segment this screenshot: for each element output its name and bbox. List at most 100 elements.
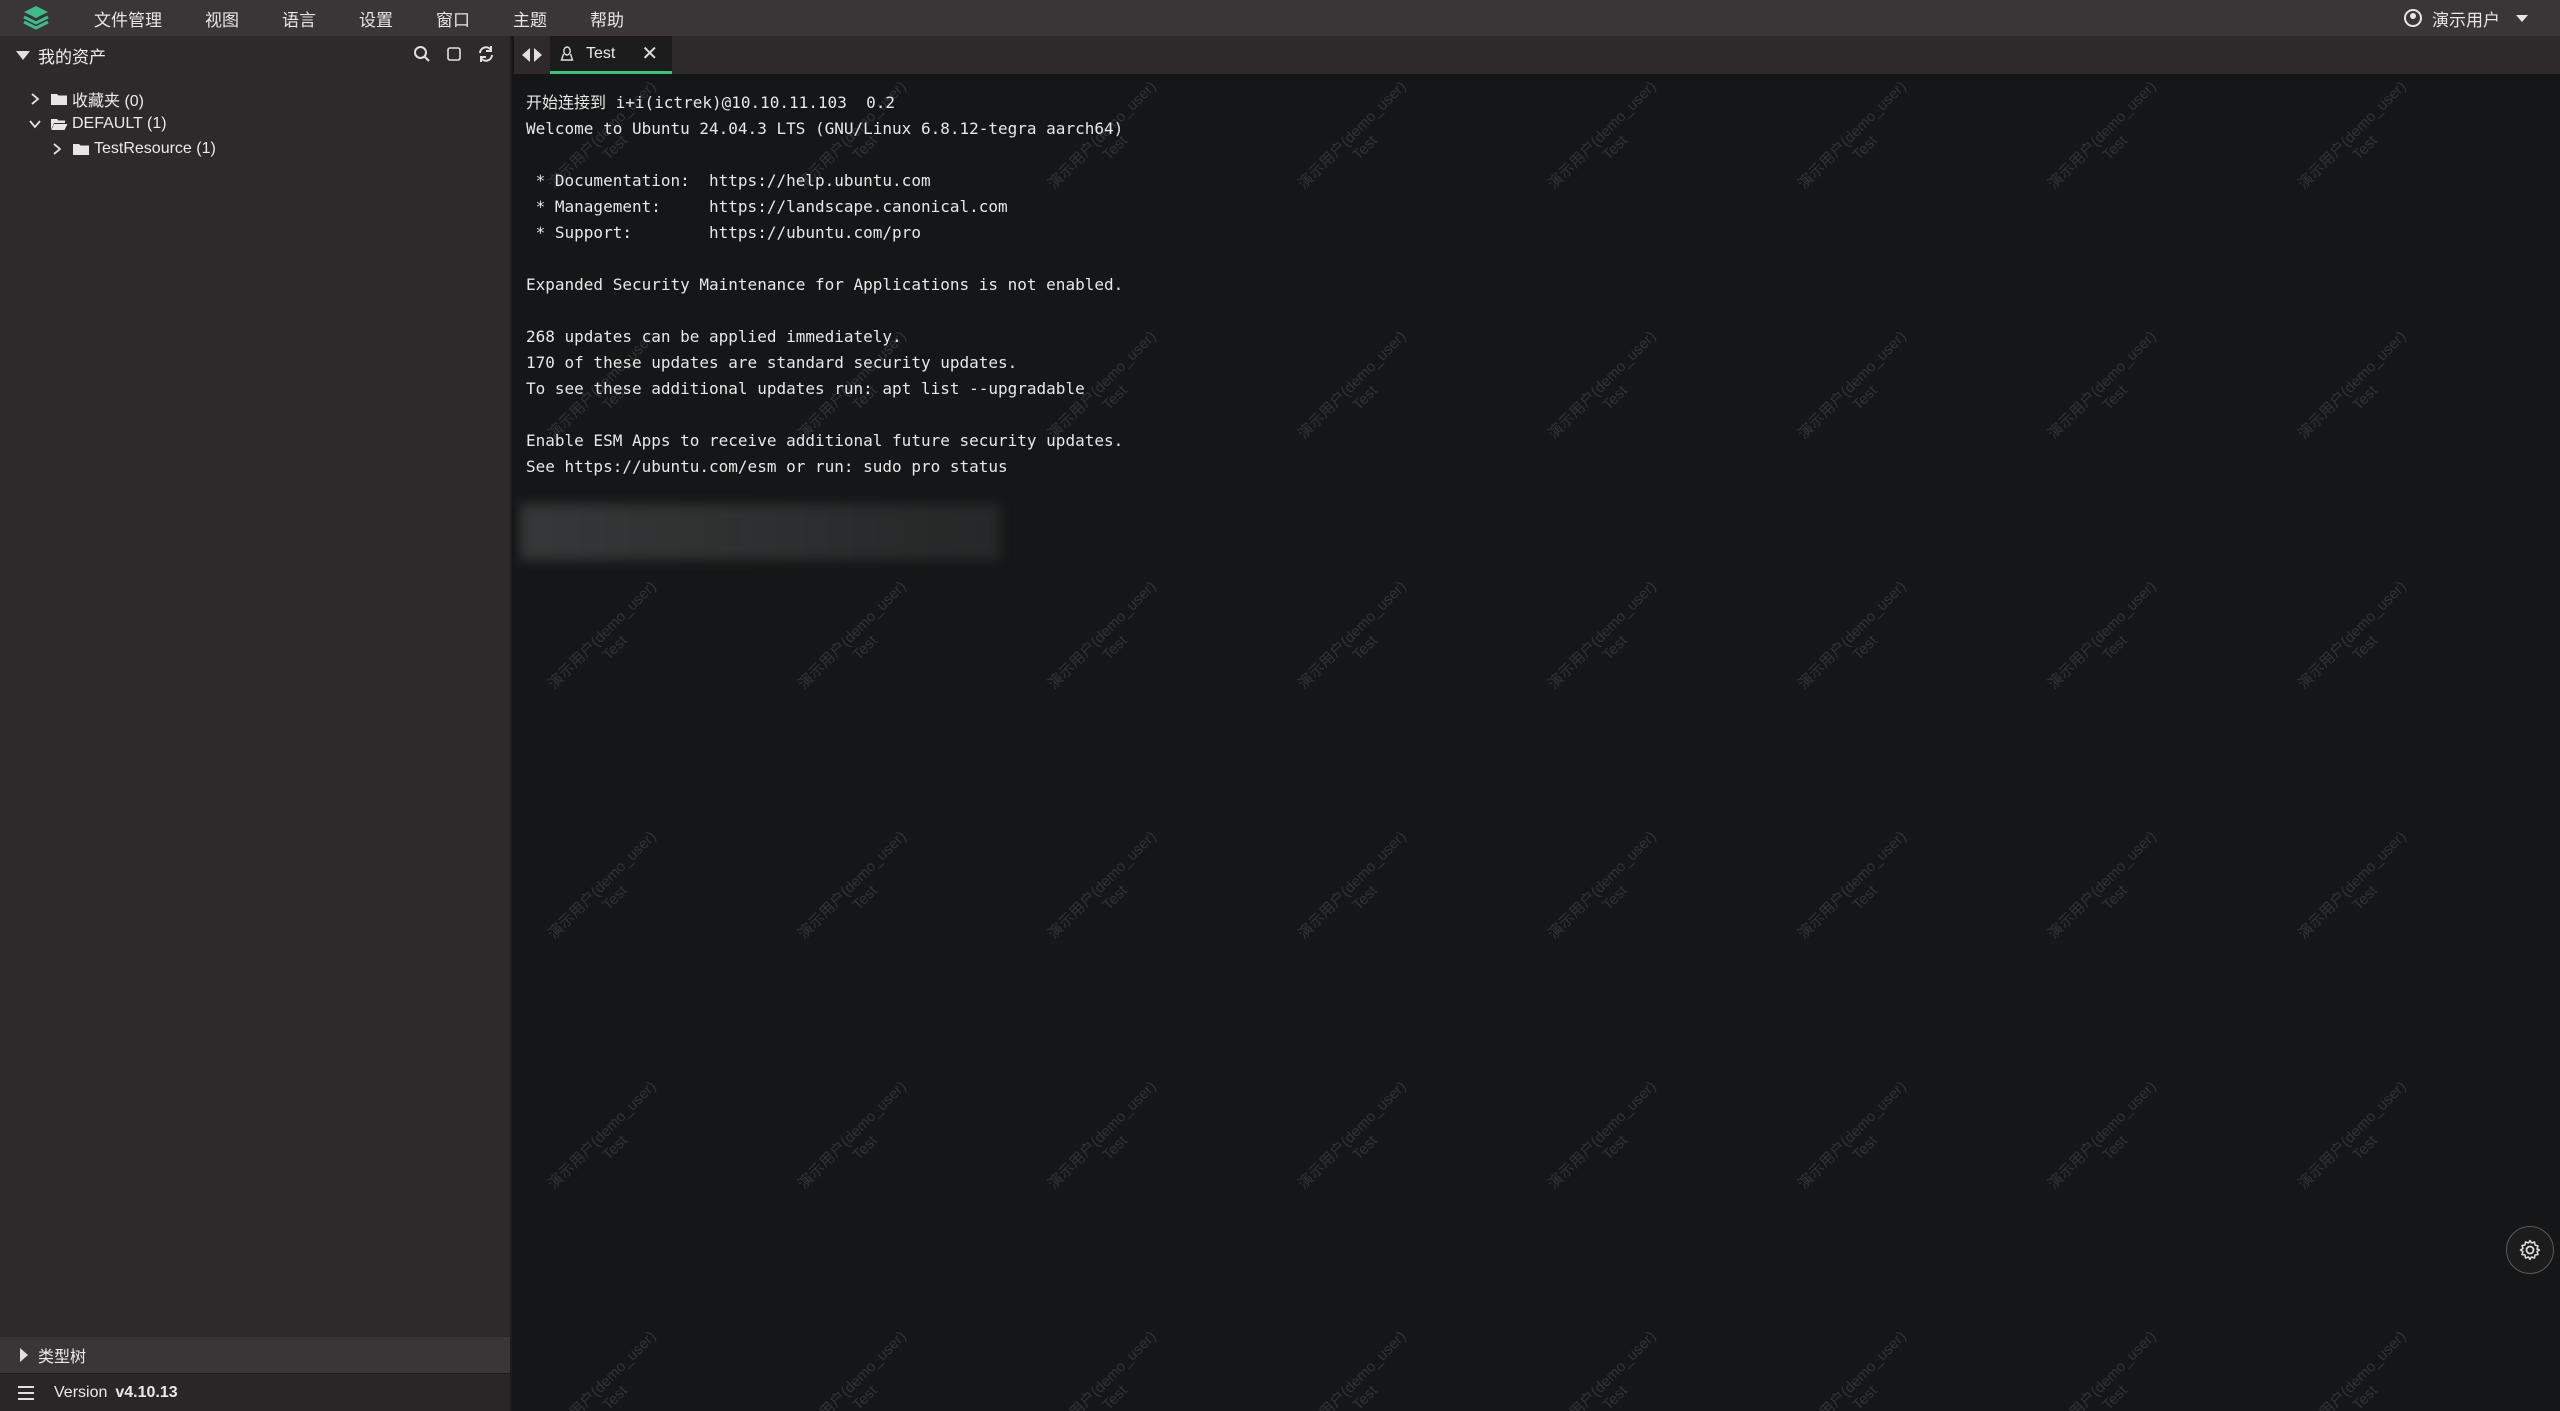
menu-file-management[interactable]: 文件管理	[94, 6, 162, 31]
watermark: 演示用户(demo_user) Test	[2043, 1326, 2175, 1411]
chevron-down-icon[interactable]	[28, 117, 42, 131]
tree-item-favorites[interactable]: 收藏夹 (0)	[0, 86, 510, 111]
terminal-area[interactable]: 开始连接到 i+i(ictrek)@10.10.11.103 0.2 Welcom…	[514, 74, 2560, 1411]
asset-tree: 收藏夹 (0) DEFAULT (1) TestResource (1)	[0, 74, 510, 161]
watermark-user: 演示用户(demo_user)	[544, 1077, 660, 1193]
collapse-triangle-icon	[16, 50, 30, 60]
tab-test[interactable]: Test ✕	[550, 36, 673, 74]
watermark-session: Test	[1349, 632, 1381, 664]
watermark-user: 演示用户(demo_user)	[1544, 77, 1660, 193]
watermark-session: Test	[2099, 632, 2131, 664]
watermark-user: 演示用户(demo_user)	[1544, 1327, 1660, 1411]
type-tree-section[interactable]: 类型树	[0, 1337, 510, 1373]
watermark-session: Test	[1849, 882, 1881, 914]
tree-item-label: DEFAULT (1)	[72, 114, 167, 132]
arrow-right-icon[interactable]	[534, 48, 542, 62]
watermark: 演示用户(demo_user) Test	[1793, 576, 1925, 708]
watermark-user: 演示用户(demo_user)	[1294, 1077, 1410, 1193]
watermark: 演示用户(demo_user) Test	[1293, 576, 1425, 708]
chevron-right-icon[interactable]	[50, 142, 64, 156]
watermark-user: 演示用户(demo_user)	[1794, 327, 1910, 443]
status-bar: Version v4.10.13	[0, 1373, 510, 1411]
watermark-user: 演示用户(demo_user)	[2294, 1327, 2410, 1411]
app-logo-icon[interactable]	[18, 0, 54, 36]
search-icon[interactable]	[412, 44, 432, 64]
terminal-line: To see these additional updates run: apt…	[526, 379, 1085, 398]
asset-sidebar: 我的资产 收藏夹 (0) DEFAULT (1) TestResource (1…	[0, 36, 512, 1411]
watermark-session: Test	[1099, 882, 1131, 914]
terminal-line: * Support: https://ubuntu.com/pro	[526, 223, 921, 242]
linux-icon	[560, 45, 574, 62]
tree-item-default[interactable]: DEFAULT (1)	[0, 111, 510, 136]
watermark: 演示用户(demo_user) Test	[793, 1326, 925, 1411]
chevron-right-icon[interactable]	[28, 92, 42, 106]
terminal-line: See https://ubuntu.com/esm or run: sudo …	[526, 457, 1008, 476]
sidebar-title: 我的资产	[38, 47, 106, 67]
watermark-session: Test	[1599, 1382, 1631, 1411]
watermark-session: Test	[2349, 1382, 2381, 1411]
watermark: 演示用户(demo_user) Test	[1293, 326, 1425, 458]
watermark-user: 演示用户(demo_user)	[2294, 327, 2410, 443]
watermark-user: 演示用户(demo_user)	[1794, 577, 1910, 693]
square-icon[interactable]	[444, 44, 464, 64]
tree-item-testresource[interactable]: TestResource (1)	[0, 136, 510, 161]
chevron-down-icon	[2516, 14, 2528, 22]
watermark: 演示用户(demo_user) Test	[1543, 1326, 1675, 1411]
watermark-user: 演示用户(demo_user)	[1294, 577, 1410, 693]
watermark-user: 演示用户(demo_user)	[2044, 1327, 2160, 1411]
watermark-user: 演示用户(demo_user)	[1044, 1327, 1160, 1411]
watermark: 演示用户(demo_user) Test	[1293, 1076, 1425, 1208]
watermark-session: Test	[849, 632, 881, 664]
watermark-session: Test	[2099, 382, 2131, 414]
watermark-session: Test	[1349, 882, 1381, 914]
terminal-settings-button[interactable]	[2506, 1226, 2554, 1274]
menu-language[interactable]: 语言	[282, 6, 316, 31]
arrow-left-icon[interactable]	[522, 48, 530, 62]
menu-help[interactable]: 帮助	[590, 6, 624, 31]
watermark-session: Test	[1599, 382, 1631, 414]
folder-icon	[50, 92, 68, 106]
watermark-session: Test	[1099, 1382, 1131, 1411]
folder-icon	[72, 142, 90, 156]
watermark: 演示用户(demo_user) Test	[1043, 826, 1175, 958]
menu-theme[interactable]: 主题	[513, 6, 547, 31]
watermark-user: 演示用户(demo_user)	[1544, 577, 1660, 693]
watermark-user: 演示用户(demo_user)	[544, 577, 660, 693]
redacted-prompt	[520, 504, 1000, 560]
watermark-session: Test	[599, 1382, 631, 1411]
expand-triangle-icon	[20, 1348, 28, 1362]
watermark-session: Test	[1349, 132, 1381, 164]
terminal-line: 170 of these updates are standard securi…	[526, 353, 1018, 372]
user-menu[interactable]: 演示用户	[2404, 0, 2528, 36]
watermark: 演示用户(demo_user) Test	[543, 1076, 675, 1208]
terminal-line: Enable ESM Apps to receive additional fu…	[526, 431, 1124, 450]
watermark-session: Test	[849, 1382, 881, 1411]
watermark: 演示用户(demo_user) Test	[543, 826, 675, 958]
watermark-session: Test	[599, 632, 631, 664]
watermark-user: 演示用户(demo_user)	[794, 827, 910, 943]
menu-view[interactable]: 视图	[205, 6, 239, 31]
menu-settings[interactable]: 设置	[359, 6, 393, 31]
watermark: 演示用户(demo_user) Test	[2293, 1326, 2425, 1411]
watermark-user: 演示用户(demo_user)	[1294, 827, 1410, 943]
refresh-icon[interactable]	[476, 44, 496, 64]
watermark-session: Test	[1599, 882, 1631, 914]
close-icon[interactable]: ✕	[641, 41, 658, 66]
menu-window[interactable]: 窗口	[436, 6, 470, 31]
watermark-session: Test	[1349, 382, 1381, 414]
terminal-line: Expanded Security Maintenance for Applic…	[526, 275, 1124, 294]
watermark-user: 演示用户(demo_user)	[1044, 827, 1160, 943]
terminal-line: 开始连接到 i+i(ictrek)@10.10.11.103 0.2	[526, 93, 895, 112]
watermark-session: Test	[2349, 882, 2381, 914]
watermark: 演示用户(demo_user) Test	[2293, 76, 2425, 208]
list-icon[interactable]	[18, 1385, 34, 1400]
watermark: 演示用户(demo_user) Test	[2043, 76, 2175, 208]
folder-open-icon	[50, 117, 68, 131]
watermark: 演示用户(demo_user) Test	[1793, 1076, 1925, 1208]
terminal-line: 268 updates can be applied immediately.	[526, 327, 902, 346]
version-number: v4.10.13	[115, 1383, 178, 1401]
watermark: 演示用户(demo_user) Test	[1543, 326, 1675, 458]
menu-bar: 文件管理 视图 语言 设置 窗口 主题 帮助 演示用户	[0, 0, 2560, 36]
